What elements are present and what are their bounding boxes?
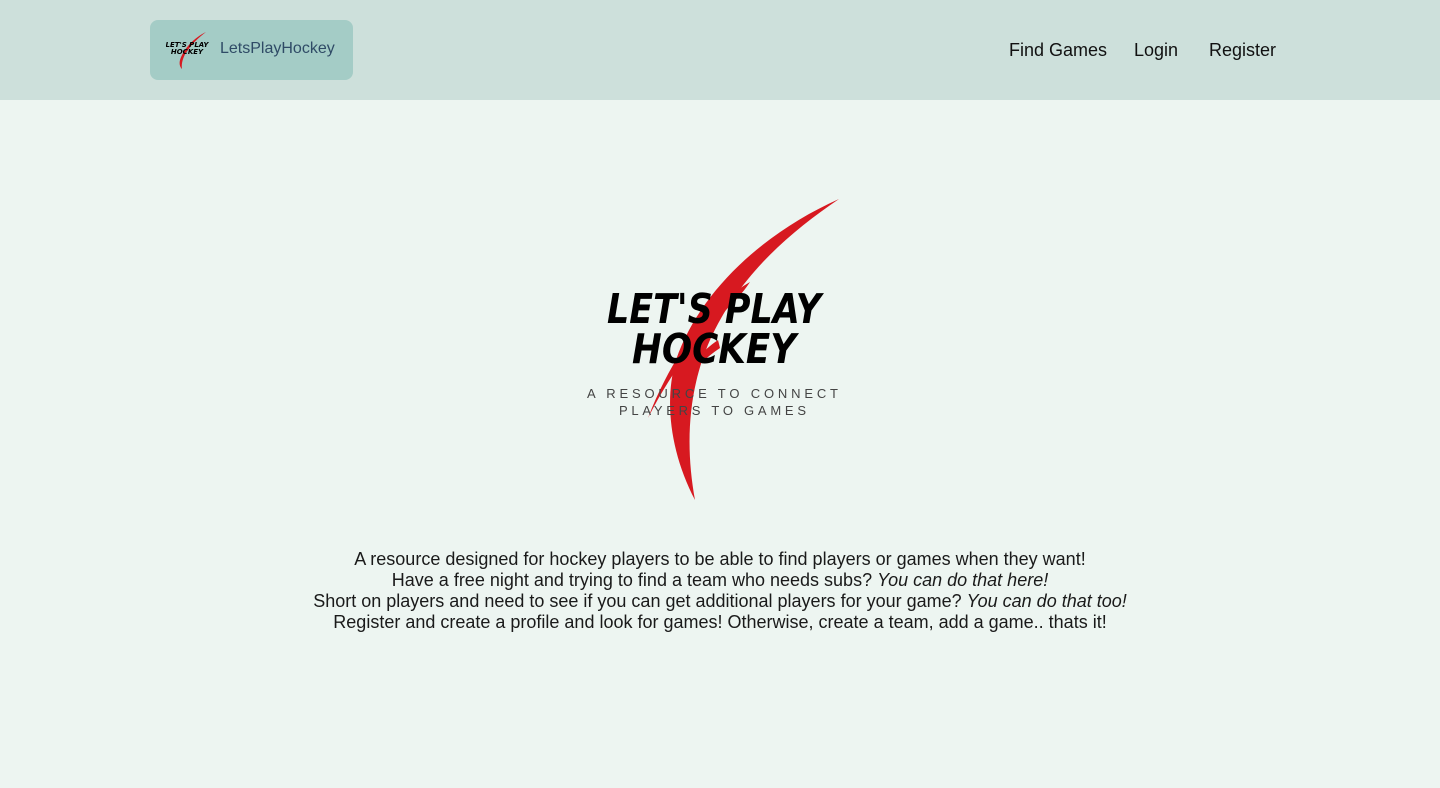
nav-register-link[interactable]: Register bbox=[1209, 38, 1276, 62]
hero-tagline-line1: A RESOURCE TO CONNECT bbox=[587, 386, 843, 401]
description-line-3: Short on players and need to see if you … bbox=[0, 591, 1440, 612]
description-line-3-emphasis: You can do that too! bbox=[966, 591, 1127, 611]
description-line-2-emphasis: You can do that here! bbox=[877, 570, 1049, 590]
brand-logo-icon: LET'S PLAY HOCKEY bbox=[166, 32, 209, 69]
hero-logo: LET'S PLAY HOCKEY A RESOURCE TO CONNECT … bbox=[587, 199, 843, 500]
top-navbar: LET'S PLAY HOCKEY LetsPlayHockey Find Ga… bbox=[0, 0, 1440, 100]
hero-tagline-line2: PLAYERS TO GAMES bbox=[619, 403, 811, 418]
description-line-2-text: Have a free night and trying to find a t… bbox=[391, 570, 878, 590]
nav-find-games-link[interactable]: Find Games bbox=[1009, 38, 1107, 62]
brand-home-link[interactable]: LET'S PLAY HOCKEY LetsPlayHockey bbox=[150, 20, 353, 80]
description-line-3-text: Short on players and need to see if you … bbox=[313, 591, 967, 611]
description-line-1: A resource designed for hockey players t… bbox=[354, 549, 1086, 569]
site-description: A resource designed for hockey players t… bbox=[0, 549, 1440, 633]
description-line-2: Have a free night and trying to find a t… bbox=[0, 570, 1440, 591]
nav-login-link[interactable]: Login bbox=[1134, 38, 1178, 62]
description-line-4: Register and create a profile and look f… bbox=[333, 612, 1107, 632]
svg-text:HOCKEY: HOCKEY bbox=[171, 48, 204, 56]
brand-name: LetsPlayHockey bbox=[220, 40, 335, 57]
hero-title-line2: HOCKEY bbox=[632, 325, 800, 373]
